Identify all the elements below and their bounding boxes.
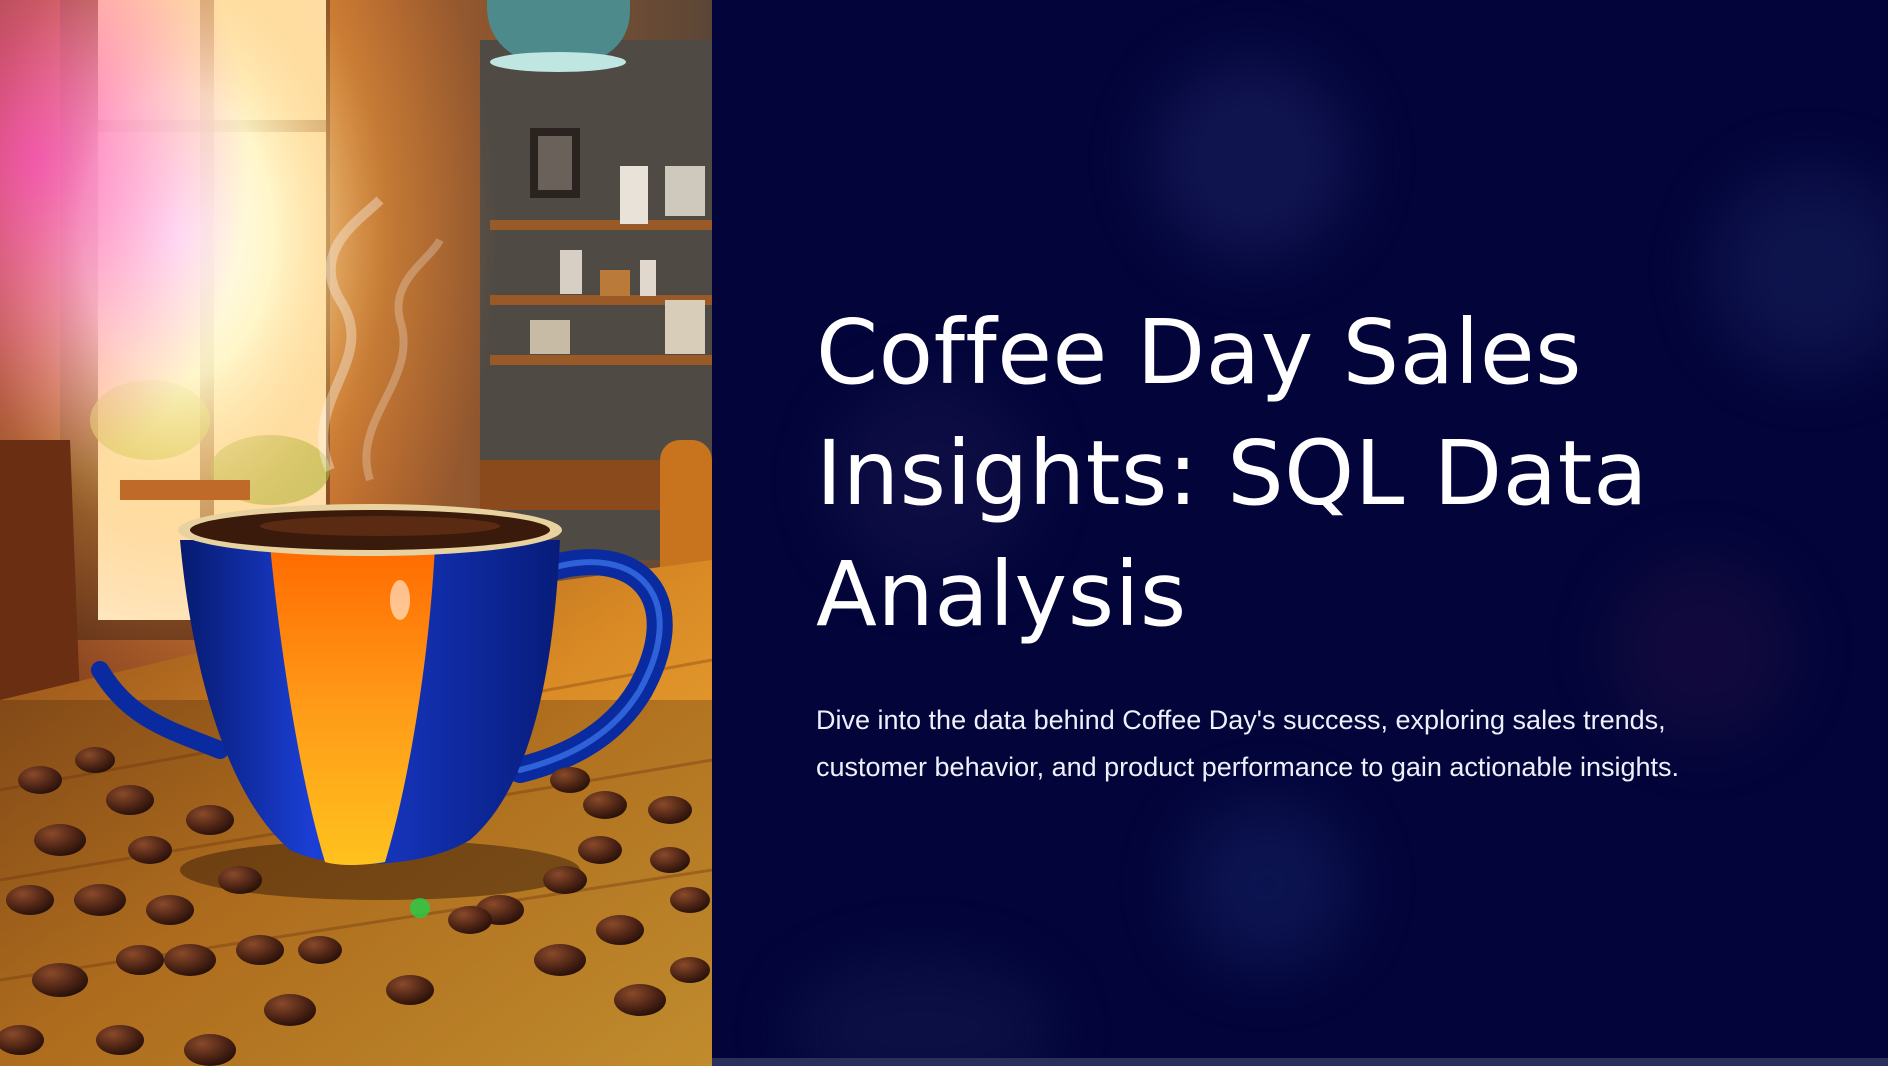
- slide: Coffee Day Sales Insights: SQL Data Anal…: [0, 0, 1888, 1066]
- coffee-photo: [0, 0, 712, 1066]
- background-glow: [1182, 800, 1352, 970]
- bottom-divider: [712, 1058, 1888, 1066]
- content-panel: Coffee Day Sales Insights: SQL Data Anal…: [712, 0, 1888, 1066]
- slide-title: Coffee Day Sales Insights: SQL Data Anal…: [816, 300, 1649, 646]
- background-glow: [1152, 60, 1352, 260]
- slide-subtitle: Dive into the data behind Coffee Day's s…: [816, 705, 1680, 782]
- background-glow: [792, 960, 1052, 1066]
